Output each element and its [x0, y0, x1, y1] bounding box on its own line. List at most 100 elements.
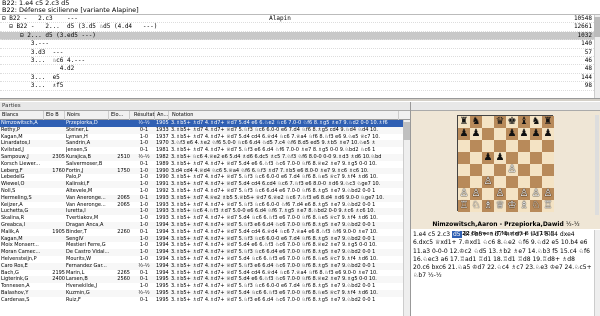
notation-before[interactable]: 1.e4 c5 2.c3 — [413, 231, 450, 238]
black-piece[interactable]: ♟ — [470, 128, 482, 140]
game-row[interactable]: Linardatos,I Sandrin,A 1-0 1970 3.♘f3 e6 4.♗… — [0, 140, 410, 148]
board-square[interactable] — [542, 140, 554, 152]
col-white[interactable]: Blancs — [1, 111, 44, 120]
tree-row[interactable]: 3... e5 144 — [0, 74, 600, 83]
col-notation[interactable]: Notation — [171, 111, 399, 120]
tree-row[interactable]: ⊟ B22 - 2... d5 (3.d5 ♘d5 (4.d4 ---) 1266… — [0, 23, 600, 32]
game-row[interactable]: Moran Camec... De Castro Vidal... 1-0 1994 3… — [0, 249, 410, 256]
board-square[interactable] — [470, 152, 482, 164]
black-piece[interactable]: ♟ — [530, 128, 542, 140]
board-square[interactable] — [530, 152, 542, 164]
game-row[interactable]: Leberg,F 1760 Fortin,J 1750 1-0 1990 3.d4 cd4 … — [0, 167, 410, 175]
board-square[interactable] — [494, 128, 506, 140]
game-row[interactable]: Bach,G 2195 Marin,L 2265 0-1 1994 3.♗b5+ ♗d7 4… — [0, 270, 410, 277]
game-row[interactable]: Noll,S Altevele,M 1-0 1992 3.♗b5+ ♗d7 4.♗d7+… — [0, 188, 410, 195]
game-row[interactable]: Kagan,M SenglV 1-0 1994 3.♗b5+ ♗d7 4.♗d7+ ♕d… — [0, 235, 410, 243]
game-row[interactable]: Nimzowitsch,A Przepiorka,D ½-½ 1905 3.♗b5+ ♗… — [0, 120, 410, 127]
white-piece[interactable]: ♗ — [482, 200, 494, 212]
game-row[interactable]: Korsch Liewer... Salvermoser,B 0-1 1989 3.♗b… — [0, 161, 410, 168]
white-piece[interactable]: ♙ — [518, 188, 530, 200]
tree-row[interactable]: 3... ♘c6 4.--- 46 — [0, 57, 600, 66]
black-piece[interactable]: ♞ — [530, 116, 542, 128]
white-piece[interactable]: ♙ — [530, 188, 542, 200]
board-square[interactable] — [470, 164, 482, 176]
game-row[interactable]: Caro Ros,E Fernandez Gar... ½-½ 1994 3.♗b5+ … — [0, 262, 410, 270]
white-piece[interactable]: ♘ — [530, 200, 542, 212]
col-black[interactable]: Noirs — [66, 111, 109, 120]
board-square[interactable] — [506, 188, 518, 200]
white-piece[interactable]: ♖ — [542, 200, 554, 212]
game-row[interactable]: Rethy,P Steiner,L 0-1 1933 3.♗b5+ ♗d7 4.♗d7+… — [0, 126, 410, 134]
tree-scrollbar[interactable] — [594, 15, 600, 99]
game-notation[interactable]: 1.e4 c5 2.c3 d5 3.♗b5+ ♗d7 4.♗d7+ ♕d7 5.… — [413, 231, 593, 309]
board-square[interactable] — [458, 176, 470, 188]
white-piece[interactable]: ♖ — [458, 200, 470, 212]
black-piece[interactable]: ♚ — [506, 116, 518, 128]
tree-row[interactable]: ⊟ 2... d5 (3.ed5 ---) 1032 — [0, 31, 600, 41]
tree-row[interactable]: 3.--- 140 — [0, 40, 600, 49]
game-row[interactable]: Helvensteijn,P Mourits,W 1-0 1994 3.♗b5+ ♗d7… — [0, 256, 410, 263]
board-square[interactable] — [506, 140, 518, 152]
board-square[interactable] — [482, 128, 494, 140]
game-row[interactable]: Tonnesen,A Hvenekilde,J 1-0 1995 3.♗b5+ ♗d7 … — [0, 283, 410, 290]
white-piece[interactable]: ♙ — [542, 188, 554, 200]
opening-tree[interactable]: ⊟ B22 - 2.c3 --- Alapin 10548 ⊟ B22 - 2...… — [0, 14, 600, 99]
white-piece[interactable]: ♙ — [482, 176, 494, 188]
board-scrollbar[interactable] — [595, 115, 599, 215]
game-row[interactable]: Skalina,R Tvertiakov,M 1-0 1993 3.♗b5+ ♗d7 4… — [0, 215, 410, 222]
board-square[interactable] — [530, 176, 542, 188]
game-row[interactable]: Greabca,I Dragan Anca,A 1-0 1994 3.♗b5+ ♗d7 … — [0, 221, 410, 229]
black-piece[interactable]: ♟ — [494, 152, 506, 164]
game-row[interactable]: Moix Monserr... Mestieri Ferre,G 1-0 1994 3.… — [0, 242, 410, 249]
chess-board[interactable]: ♜ ♞ ♛ ♚ ♝ ♞ ♜ ♟ ♟ ♟ ♟ ♟ ♟ ♟ ♟ ♙ ♙ ♙ ♙ ♙ ♙ ♙ ♙ ♖ ♘ ♗ ♕ ♔ ♗ ♘ ♖ — [457, 115, 554, 212]
black-piece[interactable]: ♜ — [458, 116, 470, 128]
game-row[interactable]: Sampouw,J 2305 Kurajica,B 2510 ½-½ 1982 3.♗b5+… — [0, 153, 410, 161]
board-square[interactable] — [542, 164, 554, 176]
col-result[interactable]: Résultat — [133, 111, 155, 120]
tree-row[interactable]: ⊟ B22 - 2.c3 --- Alapin 10548 — [0, 15, 600, 24]
game-row[interactable]: Malik,A 1905 Binder,T 2260 0-1 1994 3.♗b5+ ♗d7… — [0, 229, 410, 236]
tree-row[interactable]: 3... ♗f5 98 — [0, 82, 600, 91]
game-row[interactable]: Hermeling,S Van Aneronge... 2065 0-1 1993 3.♗… — [0, 194, 410, 202]
board-square[interactable] — [518, 152, 530, 164]
black-piece[interactable]: ♟ — [458, 128, 470, 140]
board-square[interactable] — [494, 164, 506, 176]
white-piece[interactable]: ♕ — [494, 200, 506, 212]
board-square[interactable] — [518, 164, 530, 176]
notation-after[interactable]: 3.♗b5+ ♗d7 4.♗d7+ ♕d7 5.d4 dxe4 6.dxc5 ♕… — [413, 231, 592, 279]
board-square[interactable] — [494, 140, 506, 152]
game-row[interactable]: Cardenas,S Ruiz,F 0-1 1995 3.♗b5+ ♗d7 4.♗d7+… — [0, 297, 410, 304]
black-piece[interactable]: ♜ — [542, 116, 554, 128]
board-square[interactable] — [530, 140, 542, 152]
game-row[interactable]: Kagan,M Lyman,H 1-0 1937 3.♗b5+ ♗d7 4.♗d7+ ♕… — [0, 134, 410, 141]
games-scroll-thumb[interactable] — [403, 122, 410, 140]
board-square[interactable] — [482, 116, 494, 128]
black-piece[interactable]: ♟ — [518, 128, 530, 140]
col-year[interactable]: An... — [156, 111, 169, 120]
tree-row[interactable]: 3.d3 --- 57 — [0, 49, 600, 57]
board-square[interactable] — [506, 152, 518, 164]
games-list[interactable]: Blancs Elo B Noirs Elo... Résultat An...… — [0, 111, 410, 316]
black-piece[interactable]: ♟ — [506, 128, 518, 140]
game-row[interactable]: Luchetta,G Iuretta,I 1-0 1993 3.♗b5+ ♘c6 4.♘… — [0, 208, 410, 216]
col-elo-black[interactable]: Elo... — [110, 111, 130, 120]
game-row[interactable]: Keijzer,A Van Aneronge... 2065 1-0 1993 3.♗b5… — [0, 202, 410, 209]
black-piece[interactable]: ♞ — [470, 116, 482, 128]
white-piece[interactable]: ♗ — [518, 200, 530, 212]
white-piece[interactable]: ♙ — [494, 188, 506, 200]
board-square[interactable] — [482, 188, 494, 200]
white-piece[interactable]: ♙ — [470, 188, 482, 200]
board-square[interactable] — [542, 176, 554, 188]
white-piece[interactable]: ♙ — [458, 188, 470, 200]
black-piece[interactable]: ♟ — [542, 128, 554, 140]
white-piece[interactable]: ♙ — [506, 164, 518, 176]
black-piece[interactable]: ♟ — [482, 152, 494, 164]
board-square[interactable] — [506, 176, 518, 188]
board-square[interactable] — [542, 152, 554, 164]
black-piece[interactable]: ♝ — [518, 116, 530, 128]
tree-scroll-thumb[interactable] — [594, 17, 600, 37]
game-row[interactable]: Ligterink,G 2400 Larsen,B 2560 0-1 1995 3.♗b5+… — [0, 276, 410, 284]
notation-current-move[interactable]: d5 — [451, 231, 462, 238]
board-square[interactable] — [458, 152, 470, 164]
col-elo-white[interactable]: Elo B — [45, 111, 65, 120]
